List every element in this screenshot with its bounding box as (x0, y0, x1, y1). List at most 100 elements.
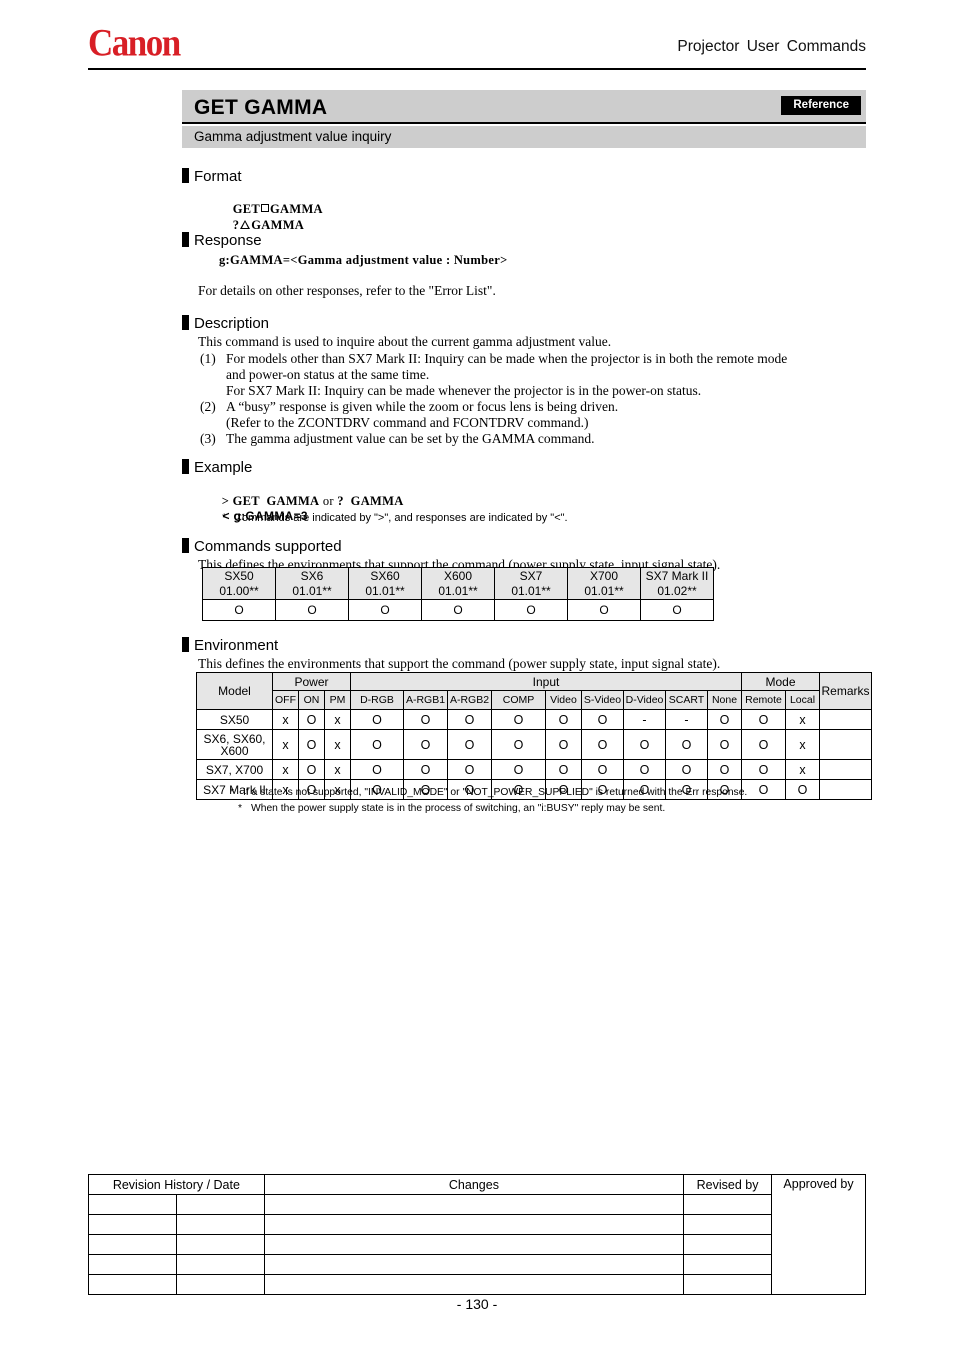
page-number: - 130 - (456, 1296, 498, 1312)
section-marker-icon (182, 232, 189, 247)
table-row[interactable] (88, 1234, 866, 1255)
document-title: Projector User Commands (677, 38, 866, 55)
description-item-number: (3) (200, 431, 216, 446)
cell-input-none: O (707, 729, 742, 760)
model-name: SX6 (300, 569, 324, 583)
description-item-line: and power-on status at the same time. (226, 367, 430, 382)
cell-date-start[interactable] (88, 1194, 177, 1215)
cell-revised-by[interactable] (683, 1254, 773, 1275)
header-revised-by: Revised by (683, 1174, 773, 1195)
cell-date-end[interactable] (175, 1214, 265, 1235)
cell-power-off: x (272, 759, 299, 780)
cell-input-dvideo: - (623, 709, 666, 730)
model-header-cell: SX60 01.01** (348, 567, 422, 600)
description-item-line: (Refer to the ZCONTDRV command and FCONT… (226, 415, 589, 430)
description-item: (1) For models other than SX7 Mark II: I… (200, 351, 872, 399)
environment-intro: This defines the environments that suppo… (198, 656, 721, 671)
cell-mode-remote: O (741, 759, 786, 780)
section-marker-icon (182, 637, 189, 652)
footnote-text: When the power supply state is in the pr… (251, 803, 666, 814)
support-cell: O (275, 599, 349, 621)
cell-changes[interactable] (263, 1274, 685, 1295)
cell-input-drgb: O (350, 729, 404, 760)
cell-input-drgb: O (350, 759, 404, 780)
cell-date-start[interactable] (88, 1234, 177, 1255)
support-cell: O (640, 599, 714, 621)
page-header: Canon Projector User Commands (88, 21, 866, 68)
cell-input-scart: O (665, 759, 708, 780)
header-mode-local: Local (785, 690, 820, 710)
commands-supported-table: SX50 01.00** SX6 01.01** SX60 01.01** X600 0… (202, 567, 714, 621)
cell-revised-by[interactable] (683, 1274, 773, 1295)
model-name: SX50 (224, 569, 254, 583)
cell-date-start[interactable] (88, 1254, 177, 1275)
cell-revised-by[interactable] (683, 1214, 773, 1235)
cell-input-drgb: O (350, 709, 404, 730)
table-group-header-row: Model Power Input Mode Remarks (196, 672, 872, 710)
header-power-off: OFF (272, 690, 299, 710)
section-label: Response (194, 232, 262, 249)
header-input-group: Input (350, 672, 742, 691)
cell-date-end[interactable] (175, 1254, 265, 1275)
example-note-text: Commands are indicated by ">", and respo… (234, 512, 568, 524)
cell-date-end[interactable] (175, 1234, 265, 1255)
table-row: SX7, X700 x O x O O O O O O O O O O x (196, 759, 872, 780)
table-header-row: SX50 01.00** SX6 01.01** SX60 01.01** X600 0… (202, 567, 714, 600)
model-name: SX60 (370, 569, 400, 583)
description-list: (1) For models other than SX7 Mark II: I… (200, 351, 872, 447)
cell-input-video: O (545, 729, 582, 760)
cell-input-dvideo: O (623, 759, 666, 780)
model-header-cell: X600 01.01** (421, 567, 495, 600)
description-item-body: For models other than SX7 Mark II: Inqui… (226, 351, 872, 399)
cell-input-video: O (545, 759, 582, 780)
cell-revised-by[interactable] (683, 1194, 773, 1215)
cell-changes[interactable] (263, 1234, 685, 1255)
table-row[interactable] (88, 1254, 866, 1275)
cell-changes[interactable] (263, 1214, 685, 1235)
table-header-row: Revision History / Date Changes Revised … (88, 1174, 866, 1295)
cell-revised-by[interactable] (683, 1234, 773, 1255)
cell-changes[interactable] (263, 1254, 685, 1275)
cell-mode-remote: O (741, 709, 786, 730)
cell-date-end[interactable] (175, 1274, 265, 1295)
cell-mode-local: x (785, 709, 820, 730)
table-row: SX50 x O x O O O O O O - - O O x (196, 709, 872, 730)
model-name: SX7 Mark II (645, 569, 709, 583)
cell-input-scart: - (665, 709, 708, 730)
cell-remarks (819, 729, 872, 760)
row-model: SX7, X700 (196, 759, 273, 780)
table-row[interactable] (88, 1274, 866, 1295)
table-row: O O O O O O O (202, 599, 714, 621)
support-cell: O (202, 599, 276, 621)
cell-power-pm: x (324, 729, 351, 760)
cell-remarks (819, 709, 872, 730)
cell-date-start[interactable] (88, 1214, 177, 1235)
model-version: 01.01** (511, 583, 551, 598)
header-approved-by: Approved by (771, 1174, 866, 1295)
cell-date-start[interactable] (88, 1274, 177, 1295)
cell-changes[interactable] (263, 1194, 685, 1215)
header-revision-history-date: Revision History / Date (88, 1174, 265, 1195)
format-line-2-post: GAMMA (251, 218, 305, 232)
table-row: SX6, SX60, X600 x O x O O O O O O O O O O… (196, 729, 872, 760)
cell-input-dvideo: O (623, 729, 666, 760)
cell-input-argb1: O (403, 709, 448, 730)
format-line-2-pre: ? (232, 218, 240, 232)
model-version: 01.01** (292, 583, 332, 598)
section-heading-format: Format (182, 168, 242, 185)
table-row[interactable] (88, 1214, 866, 1235)
cell-remarks (819, 779, 872, 800)
model-version: 01.02** (657, 583, 697, 598)
cell-date-end[interactable] (175, 1194, 265, 1215)
cell-input-comp: O (491, 759, 546, 780)
section-marker-icon (182, 168, 189, 183)
model-name: SX7 (519, 569, 543, 583)
cell-input-argb1: O (403, 759, 448, 780)
header-remarks: Remarks (819, 672, 872, 710)
description-item-number: (2) (200, 399, 216, 414)
example-command-or: or (322, 494, 334, 508)
table-row[interactable] (88, 1194, 866, 1215)
cell-mode-local: x (785, 759, 820, 780)
description-item-line: A “busy” response is given while the zoo… (226, 399, 619, 414)
space-triangle-icon (240, 220, 251, 229)
